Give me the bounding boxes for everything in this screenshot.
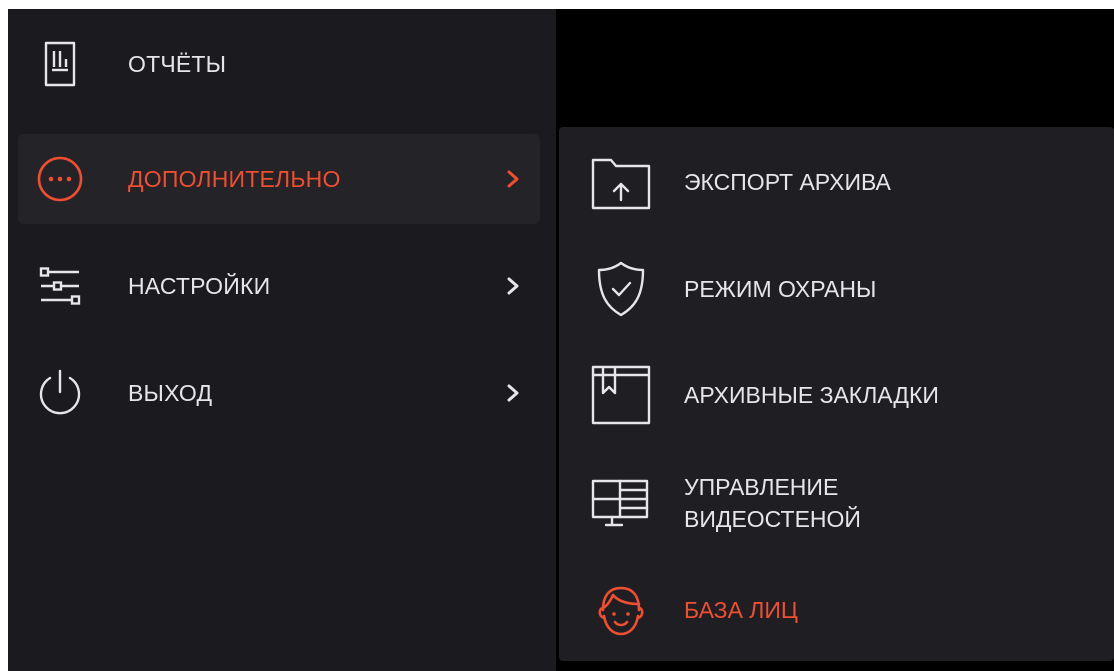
bookmark-icon	[589, 363, 653, 427]
chevron-right-icon	[503, 168, 523, 190]
face-icon	[589, 578, 653, 642]
menu-item-additional-label: ДОПОЛНИТЕЛЬНО	[128, 165, 341, 192]
menu-item-reports-label: ОТЧЁТЫ	[128, 50, 227, 77]
chevron-right-icon	[503, 382, 523, 404]
menu-item-exit[interactable]: ВЫХОД	[18, 348, 540, 438]
submenu-item-export-archive-label: ЭКСПОРТ АРХИВА	[684, 169, 891, 195]
submenu-item-face-database-label: БАЗА ЛИЦ	[684, 597, 798, 623]
power-icon	[35, 368, 85, 418]
submenu-item-export-archive[interactable]: ЭКСПОРТ АРХИВА	[559, 132, 1114, 232]
submenu-item-video-wall-label: УПРАВЛЕНИЕ ВИДЕОСТЕНОЙ	[684, 471, 861, 535]
folder-upload-icon	[589, 150, 653, 214]
submenu-item-archive-bookmarks[interactable]: АРХИВНЫЕ ЗАКЛАДКИ	[559, 345, 1114, 445]
report-icon	[35, 39, 85, 89]
submenu-item-security-mode[interactable]: РЕЖИМ ОХРАНЫ	[559, 239, 1114, 339]
settings-sliders-icon	[35, 261, 85, 311]
menu-item-settings-label: НАСТРОЙКИ	[128, 272, 271, 299]
submenu-item-face-database[interactable]: БАЗА ЛИЦ	[559, 560, 1114, 660]
submenu-additional: ЭКСПОРТ АРХИВА РЕЖИМ ОХРАНЫ АРХИВНЫЕ ЗАК…	[559, 127, 1114, 661]
menu-item-settings[interactable]: НАСТРОЙКИ	[18, 241, 540, 331]
menu-item-reports[interactable]: ОТЧЁТЫ	[18, 19, 540, 109]
shield-check-icon	[589, 257, 653, 321]
menu-item-additional[interactable]: ДОПОЛНИТЕЛЬНО	[18, 134, 540, 224]
more-dots-icon	[35, 154, 85, 204]
submenu-item-archive-bookmarks-label: АРХИВНЫЕ ЗАКЛАДКИ	[684, 382, 939, 408]
submenu-item-video-wall-label-line2: ВИДЕОСТЕНОЙ	[684, 506, 861, 532]
menu-item-exit-label: ВЫХОД	[128, 379, 213, 406]
submenu-item-video-wall-label-line1: УПРАВЛЕНИЕ	[684, 474, 839, 500]
video-wall-icon	[589, 471, 653, 535]
submenu-item-security-mode-label: РЕЖИМ ОХРАНЫ	[684, 276, 877, 302]
chevron-right-icon	[503, 275, 523, 297]
submenu-item-video-wall[interactable]: УПРАВЛЕНИЕ ВИДЕОСТЕНОЙ	[559, 453, 1114, 553]
main-menu: ОТЧЁТЫ ДОПОЛНИТЕЛЬНО НАСТРОЙКИ ВЫХОД	[8, 9, 556, 671]
